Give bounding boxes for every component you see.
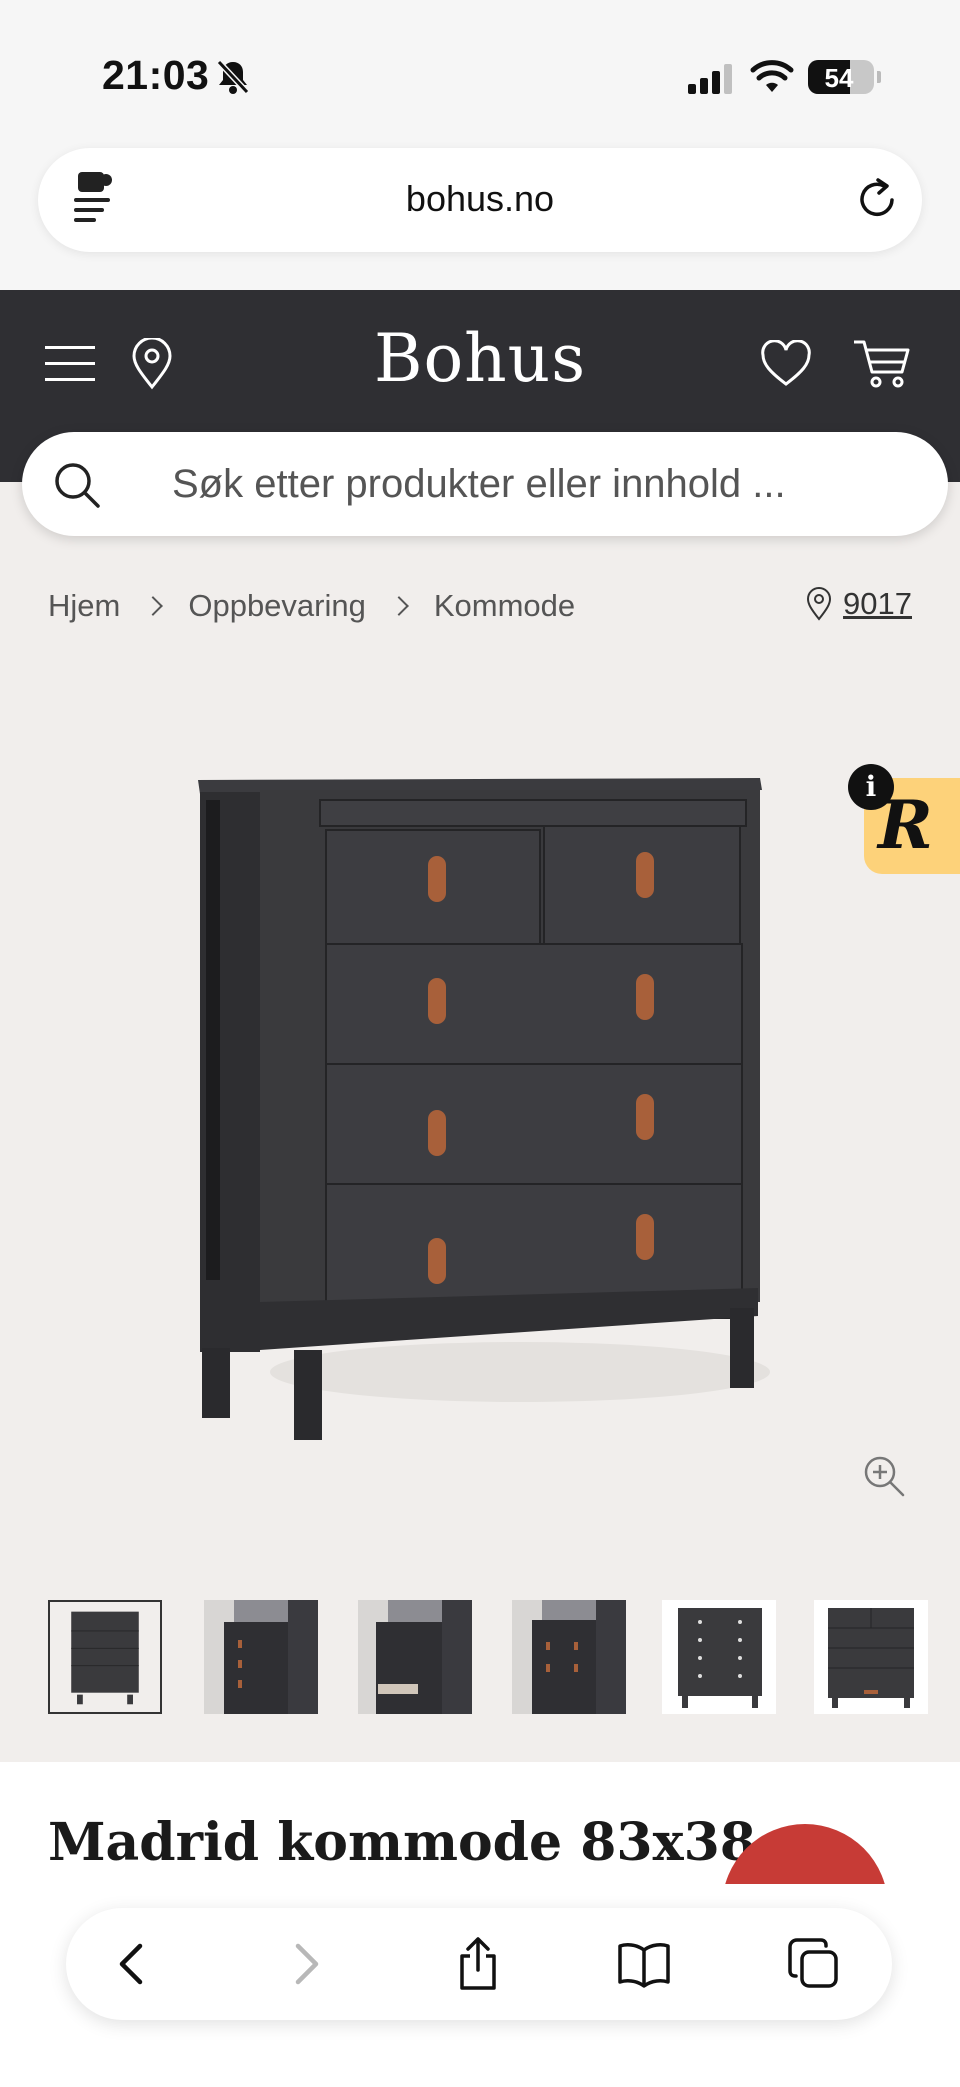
chevron-right-icon (143, 596, 164, 616)
product-image[interactable] (180, 760, 780, 1480)
location-pin-icon (807, 587, 832, 621)
browser-chrome: 21:03 54 bohus.no (0, 0, 960, 290)
search-box[interactable]: Søk etter produkter eller innhold ... (22, 432, 948, 536)
breadcrumb-dresser[interactable]: Kommode (434, 588, 575, 624)
tabs-icon[interactable] (786, 1936, 842, 1992)
thumbnail[interactable] (204, 1600, 318, 1714)
thumbnail[interactable] (48, 1600, 162, 1714)
breadcrumb-home[interactable]: Hjem (48, 588, 120, 624)
thumbnail[interactable] (358, 1600, 472, 1714)
wifi-icon (750, 60, 794, 92)
breadcrumb-storage[interactable]: Oppbevaring (188, 588, 366, 624)
breadcrumb: Hjem Oppbevaring Kommode (48, 586, 575, 626)
search-icon (55, 463, 100, 508)
zoom-in-icon[interactable] (862, 1454, 906, 1498)
battery-level: 54 (824, 63, 854, 93)
site-logo[interactable]: Bohus (0, 320, 960, 397)
thumbnail[interactable] (662, 1600, 776, 1714)
back-icon[interactable] (106, 1936, 162, 1992)
bell-slash-icon (216, 59, 250, 95)
thumbnail[interactable] (814, 1600, 928, 1714)
status-time: 21:03 (102, 52, 210, 98)
location-zip[interactable]: 9017 (843, 586, 912, 622)
thumbnail-strip (48, 1600, 928, 1714)
thumbnail[interactable] (512, 1600, 626, 1714)
chevron-right-icon (388, 596, 409, 616)
share-icon[interactable] (450, 1936, 506, 1992)
battery-icon: 54 (808, 60, 874, 94)
reload-icon[interactable] (854, 176, 900, 222)
cellular-signal-icon (688, 64, 732, 94)
bookmarks-icon[interactable] (616, 1936, 672, 1992)
info-icon[interactable]: i (848, 764, 894, 810)
forward-icon[interactable] (276, 1936, 332, 1992)
heart-icon[interactable] (760, 340, 812, 388)
cart-icon[interactable] (852, 338, 912, 390)
url-bar[interactable]: bohus.no (38, 148, 922, 252)
product-title: Madrid kommode 83x38 (48, 1812, 756, 1873)
url-text: bohus.no (405, 178, 555, 219)
delivery-location[interactable]: 9017 (805, 586, 912, 622)
browser-toolbar (66, 1908, 892, 2020)
search-input[interactable]: Søk etter produkter eller innhold ... (172, 462, 786, 507)
